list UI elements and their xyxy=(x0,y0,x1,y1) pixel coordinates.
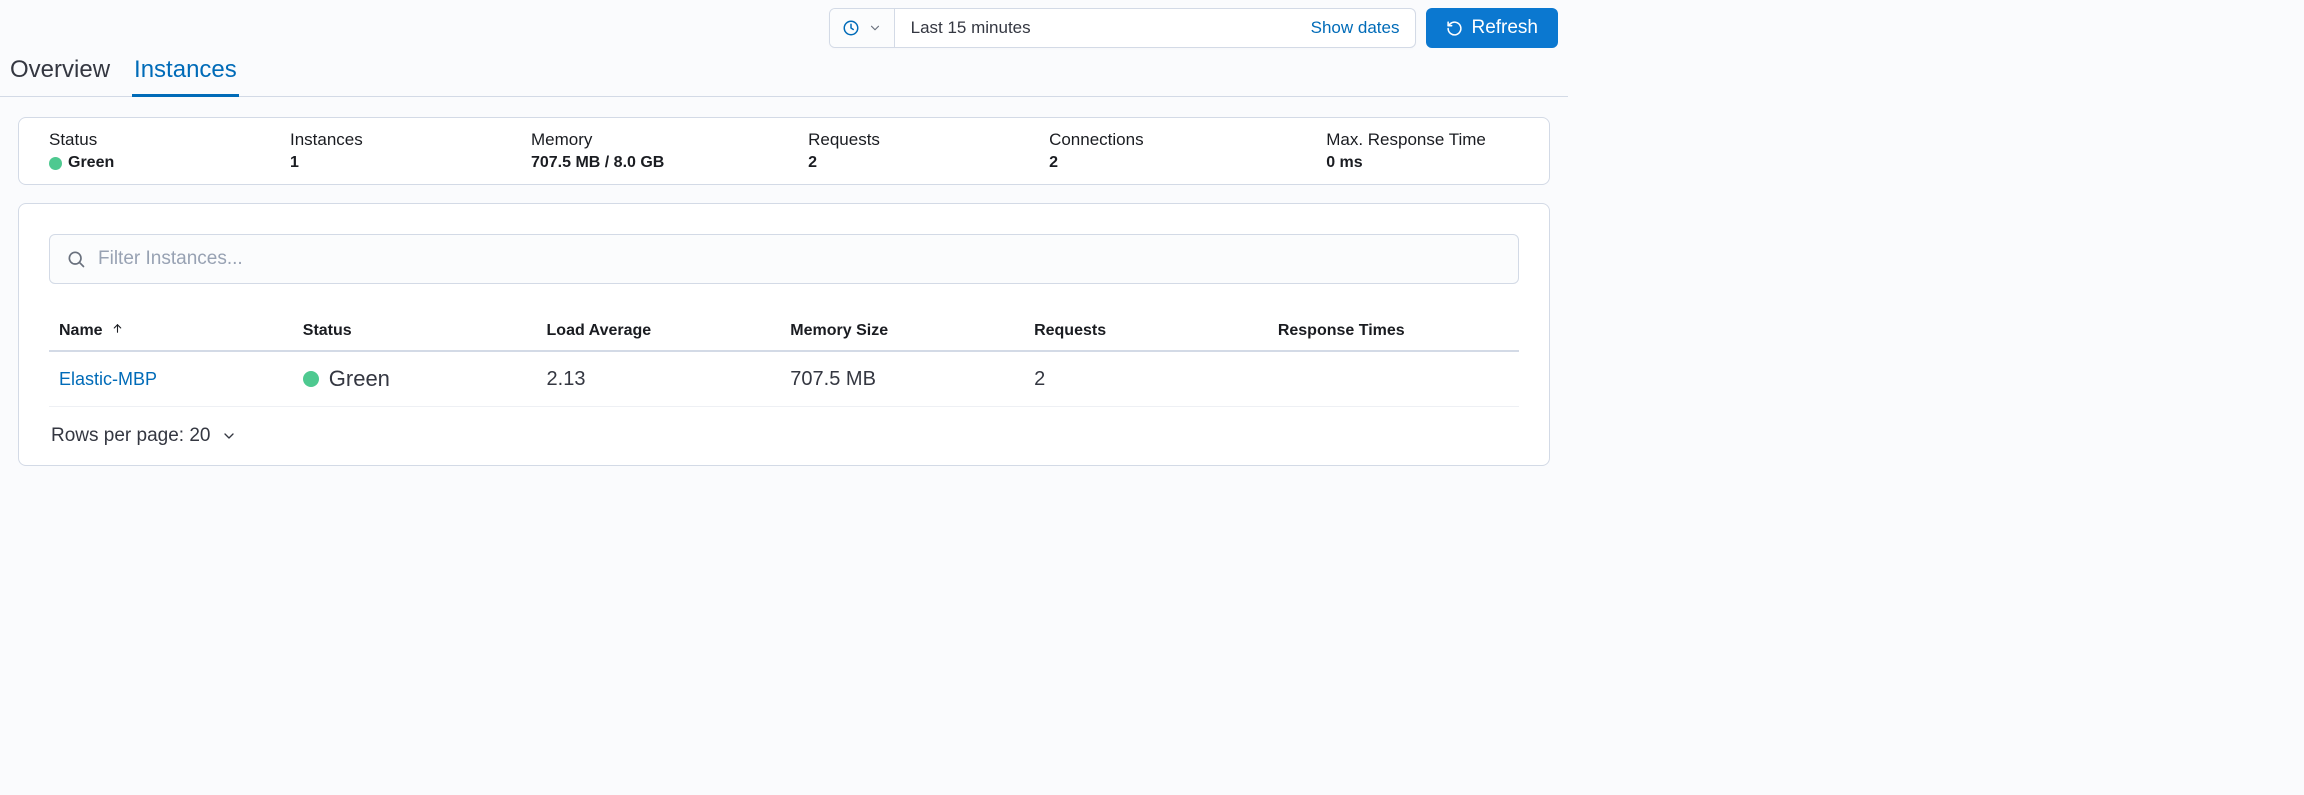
stat-status: Status Green xyxy=(49,130,290,172)
col-header-requests[interactable]: Requests xyxy=(1024,314,1268,351)
status-dot-icon xyxy=(303,371,319,387)
date-range-text[interactable]: Last 15 minutes xyxy=(895,9,1295,47)
stats-panel: Status Green Instances 1 Memory 707.5 MB… xyxy=(18,117,1550,185)
stat-label: Max. Response Time xyxy=(1326,130,1519,150)
tab-instances[interactable]: Instances xyxy=(132,56,239,97)
search-icon xyxy=(66,249,86,269)
cell-name: Elastic-MBP xyxy=(49,351,293,407)
table-row: Elastic-MBP Green 2.13 707.5 MB 2 xyxy=(49,351,1519,407)
stat-status-text: Green xyxy=(68,154,114,172)
stat-value: 2 xyxy=(808,154,1049,172)
stat-value: Green xyxy=(49,154,290,172)
chevron-down-icon xyxy=(868,21,882,35)
stat-label: Instances xyxy=(290,130,531,150)
show-dates-button[interactable]: Show dates xyxy=(1295,9,1416,47)
cell-status: Green xyxy=(293,351,537,407)
instances-table: Name Status Load Average Memory Size Req… xyxy=(49,314,1519,407)
date-range-picker[interactable]: Last 15 minutes Show dates xyxy=(829,8,1417,48)
filter-input[interactable] xyxy=(98,248,1502,270)
date-quick-select[interactable] xyxy=(830,9,895,47)
filter-wrapper[interactable] xyxy=(49,234,1519,284)
stat-value: 707.5 MB / 8.0 GB xyxy=(531,154,808,172)
instances-panel: Name Status Load Average Memory Size Req… xyxy=(18,203,1550,466)
status-dot-icon xyxy=(49,157,62,170)
stat-connections: Connections 2 xyxy=(1049,130,1326,172)
clock-icon xyxy=(842,19,860,37)
stat-label: Connections xyxy=(1049,130,1326,150)
col-header-name[interactable]: Name xyxy=(49,314,293,351)
stat-label: Memory xyxy=(531,130,808,150)
col-header-memory[interactable]: Memory Size xyxy=(780,314,1024,351)
stat-memory: Memory 707.5 MB / 8.0 GB xyxy=(531,130,808,172)
stat-label: Status xyxy=(49,130,290,150)
stat-value: 2 xyxy=(1049,154,1326,172)
stat-instances: Instances 1 xyxy=(290,130,531,172)
cell-requests: 2 xyxy=(1024,351,1268,407)
cell-status-text: Green xyxy=(329,366,390,392)
rows-per-page-select[interactable]: Rows per page: 20 xyxy=(49,407,1519,447)
refresh-label: Refresh xyxy=(1471,17,1538,39)
refresh-button[interactable]: Refresh xyxy=(1426,8,1558,48)
stat-value: 1 xyxy=(290,154,531,172)
col-header-label: Name xyxy=(59,322,103,339)
col-header-response[interactable]: Response Times xyxy=(1268,314,1519,351)
cell-memory: 707.5 MB xyxy=(780,351,1024,407)
instance-link[interactable]: Elastic-MBP xyxy=(59,369,157,389)
col-header-status[interactable]: Status xyxy=(293,314,537,351)
cell-load: 2.13 xyxy=(537,351,781,407)
refresh-icon xyxy=(1446,20,1463,37)
stat-value: 0 ms xyxy=(1326,154,1519,172)
chevron-down-icon xyxy=(221,428,237,444)
sort-asc-icon xyxy=(111,322,124,339)
stat-requests: Requests 2 xyxy=(808,130,1049,172)
stat-label: Requests xyxy=(808,130,1049,150)
stat-max-response: Max. Response Time 0 ms xyxy=(1326,130,1519,172)
rows-per-page-label: Rows per page: 20 xyxy=(51,425,211,447)
tab-overview[interactable]: Overview xyxy=(8,56,112,97)
tabs: Overview Instances xyxy=(0,56,1568,97)
top-toolbar: Last 15 minutes Show dates Refresh xyxy=(0,0,1568,56)
col-header-load[interactable]: Load Average xyxy=(537,314,781,351)
cell-response xyxy=(1268,351,1519,407)
